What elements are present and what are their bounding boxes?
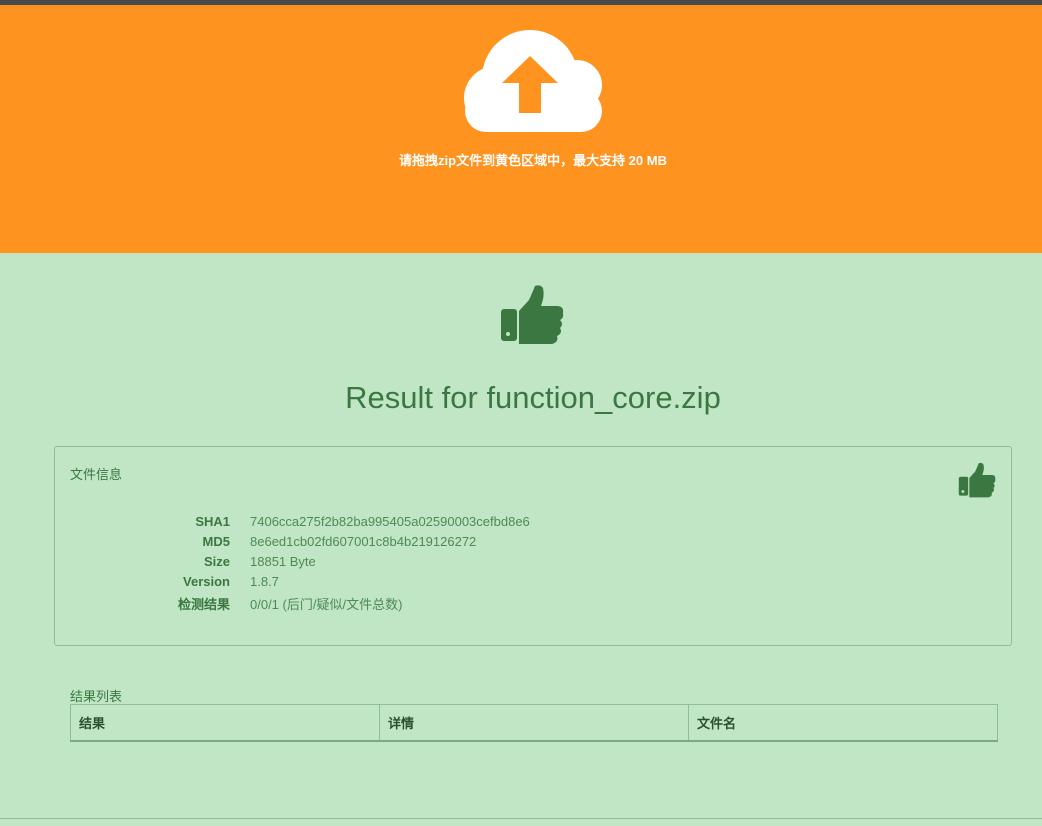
file-info-panel: 文件信息 SHA1 7406cca275f2b82ba995405a025900…	[54, 446, 1012, 646]
info-value: 0/0/1 (后门/疑似/文件总数)	[250, 597, 403, 612]
divider	[0, 818, 1042, 819]
info-label: Version	[183, 574, 230, 589]
info-label: Size	[203, 554, 230, 569]
panel-title: 文件信息	[70, 467, 123, 482]
cloud-upload-icon[interactable]	[460, 28, 606, 136]
info-row-version: Version 1.8.7	[55, 574, 955, 594]
thumbs-up-icon	[501, 285, 564, 344]
info-row-size: Size 18851 Byte	[55, 554, 955, 574]
column-header-filename[interactable]: 文件名	[688, 704, 998, 742]
info-label: SHA1	[195, 514, 230, 529]
info-row-detection-result: 检测结果 0/0/1 (后门/疑似/文件总数)	[55, 594, 955, 614]
column-header-details[interactable]: 详情	[379, 704, 689, 742]
result-table: 结果 详情 文件名	[70, 704, 998, 742]
info-label: MD5	[202, 534, 230, 549]
column-header-result[interactable]: 结果	[70, 704, 380, 742]
thumbs-up-icon	[958, 462, 996, 498]
info-row-sha1: SHA1 7406cca275f2b82ba995405a02590003cef…	[55, 514, 955, 534]
info-label: 检测结果	[177, 597, 230, 612]
info-row-md5: MD5 8e6ed1cb02fd607001c8b4b219126272	[55, 534, 955, 554]
upload-hint: 请拖拽zip文件到黄色区域中，最大支持 20 MB	[399, 153, 667, 168]
info-value: 18851 Byte	[250, 554, 316, 569]
info-value: 8e6ed1cb02fd607001c8b4b219126272	[250, 534, 477, 549]
table-header-row: 结果 详情 文件名	[70, 704, 998, 742]
info-value: 7406cca275f2b82ba995405a02590003cefbd8e6	[250, 514, 530, 529]
result-list-title: 结果列表	[70, 689, 123, 704]
result-title: Result for function_core.zip	[345, 380, 721, 415]
info-value: 1.8.7	[250, 574, 279, 589]
